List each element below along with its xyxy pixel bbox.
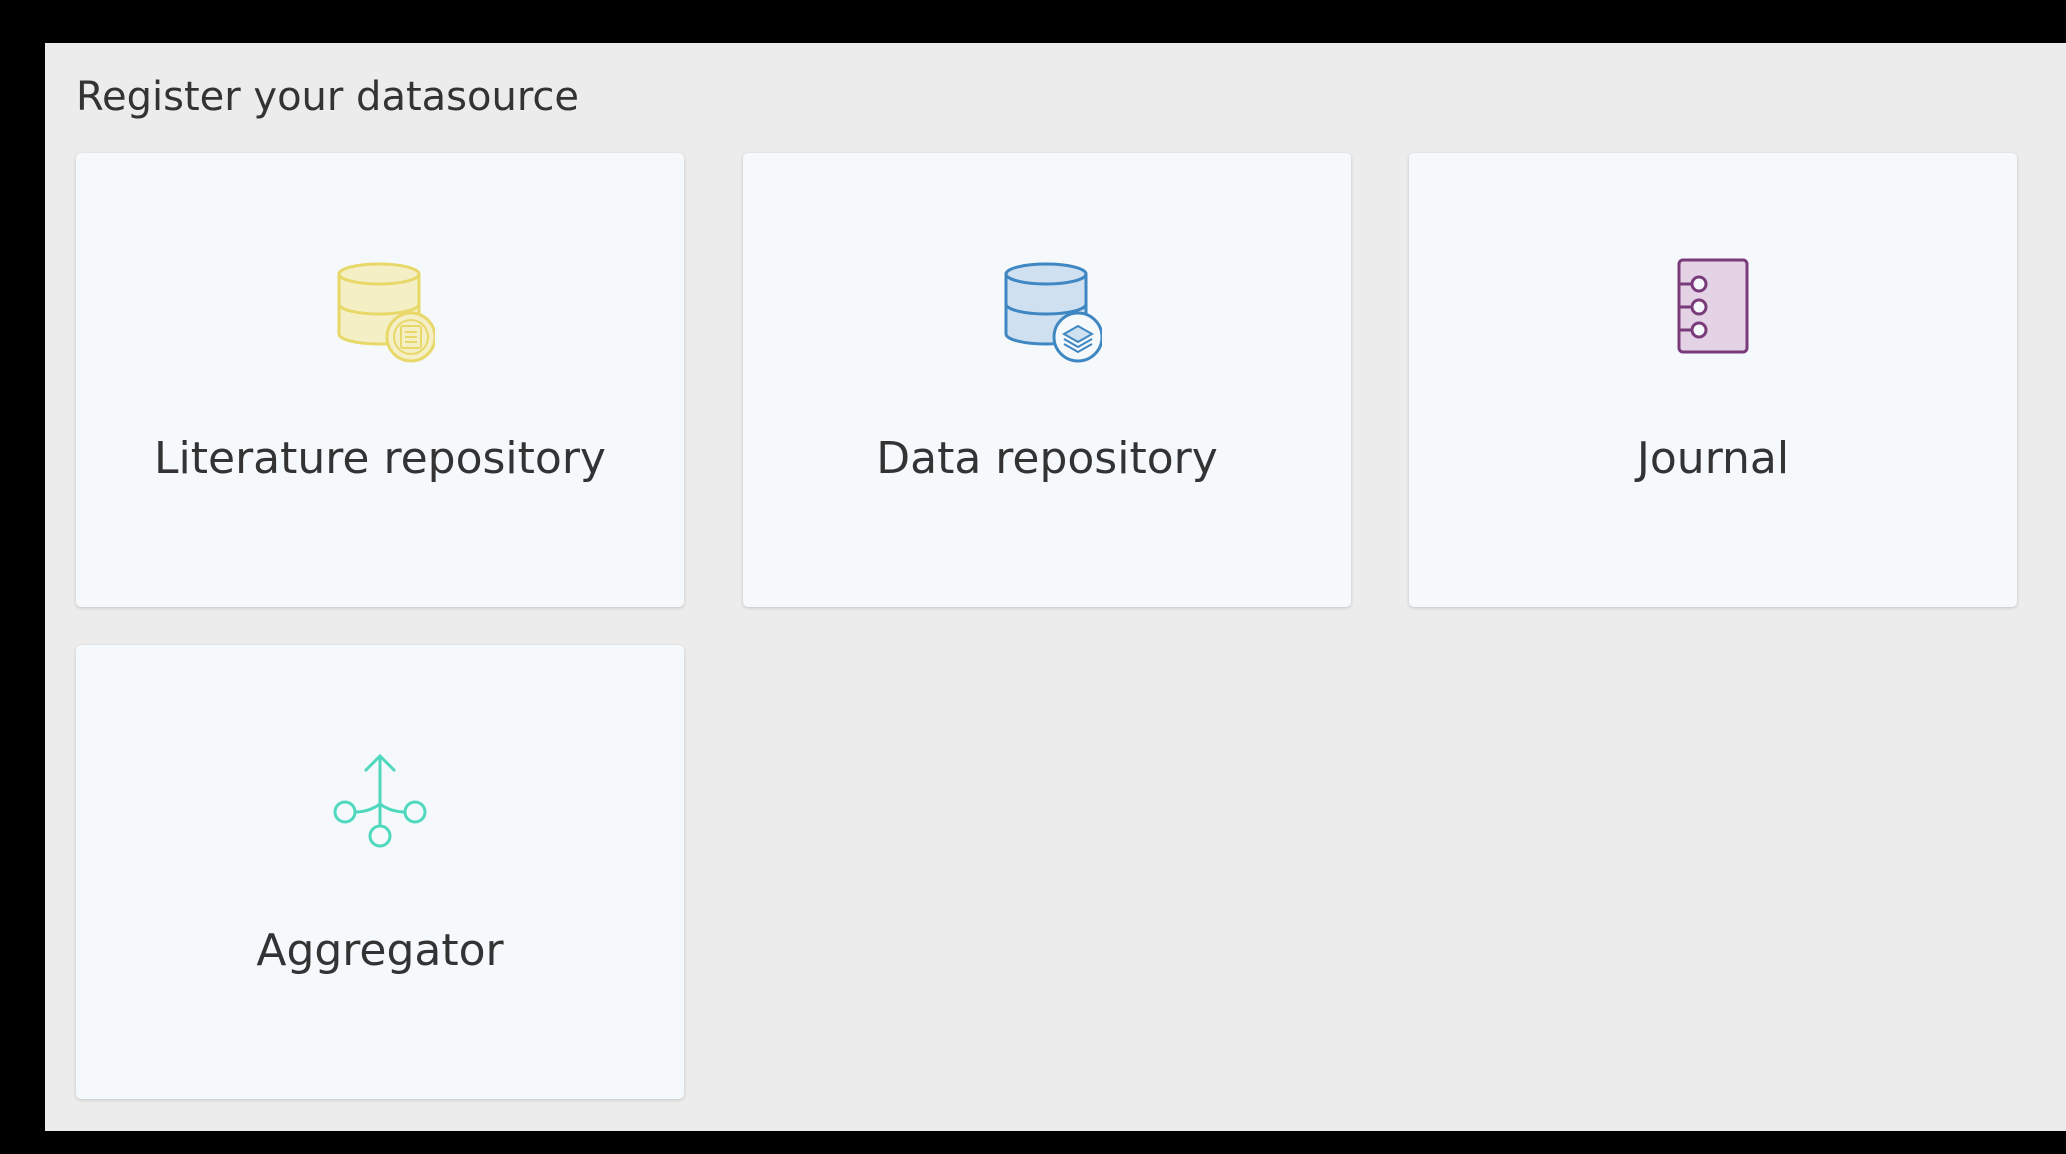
card-label: Literature repository — [154, 433, 606, 484]
datasource-panel: Register your datasource Literature repo… — [45, 43, 2066, 1131]
data-repository-card[interactable]: Data repository — [743, 153, 1351, 607]
journal-card[interactable]: Journal — [1409, 153, 2017, 607]
aggregator-icon — [325, 746, 435, 856]
card-label: Data repository — [876, 433, 1218, 484]
page-title: Register your datasource — [76, 74, 579, 120]
literature-database-icon — [325, 254, 435, 364]
card-label: Aggregator — [256, 925, 504, 976]
card-label: Journal — [1636, 433, 1790, 484]
data-database-icon — [992, 254, 1102, 364]
literature-repository-card[interactable]: Literature repository — [76, 153, 684, 607]
aggregator-card[interactable]: Aggregator — [76, 645, 684, 1099]
journal-icon — [1658, 254, 1768, 364]
